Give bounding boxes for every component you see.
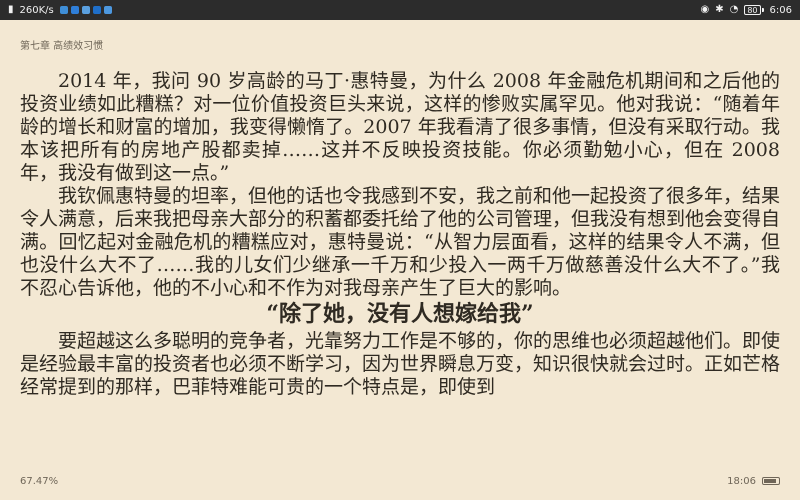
paragraph-1: 2014 年，我问 90 岁高龄的马丁·惠特曼，为什么 2008 年金融危机期间…: [20, 70, 780, 184]
paragraph-2: 我钦佩惠特曼的坦率，但他的话也令我感到不安，我之前和他一起投资了很多年，结果令人…: [20, 185, 780, 299]
reading-area[interactable]: 2014 年，我问 90 岁高龄的马丁·惠特曼，为什么 2008 年金融危机期间…: [20, 70, 780, 450]
paragraph-3: 要超越这么多聪明的竞争者，光靠努力工作是不够的，你的思维也必须超越他们。即使是经…: [20, 330, 780, 398]
reader-footer: 67.47% 18:06: [20, 474, 780, 488]
status-bar-right: ◉ ✱ ◔ 80 6:06: [700, 5, 792, 16]
wifi-icon: ◔: [729, 4, 739, 15]
chapter-title: 第七章 高绩效习惯: [20, 41, 104, 52]
app-icon-5: [103, 6, 112, 14]
bluetooth-icon: ✱: [715, 4, 724, 15]
notification-app-icons: [59, 6, 112, 14]
reading-progress: 67.47%: [20, 475, 59, 487]
section-heading: “除了她，没有人想嫁给我”: [266, 301, 534, 327]
network-speed: 260K/s: [19, 4, 54, 16]
app-icon-2: [70, 6, 79, 14]
footer-battery-icon: [762, 477, 780, 485]
footer-clock: 18:06: [727, 475, 756, 487]
system-status-bar: ▮ 260K/s ◉ ✱ ◔ 80 6:06: [0, 0, 800, 20]
battery-level: 80: [744, 5, 761, 15]
status-bar-left: ▮ 260K/s: [8, 5, 112, 16]
battery-tip: [761, 8, 764, 12]
eye-icon: ◉: [700, 4, 710, 15]
app-icon-3: [81, 6, 90, 14]
status-time: 6:06: [769, 4, 792, 16]
battery-indicator: 80: [744, 5, 764, 15]
footer-clock-group: 18:06: [727, 476, 780, 487]
signal-icon: ▮: [8, 4, 14, 15]
app-icon-4: [92, 6, 101, 14]
app-icon-1: [59, 6, 68, 14]
